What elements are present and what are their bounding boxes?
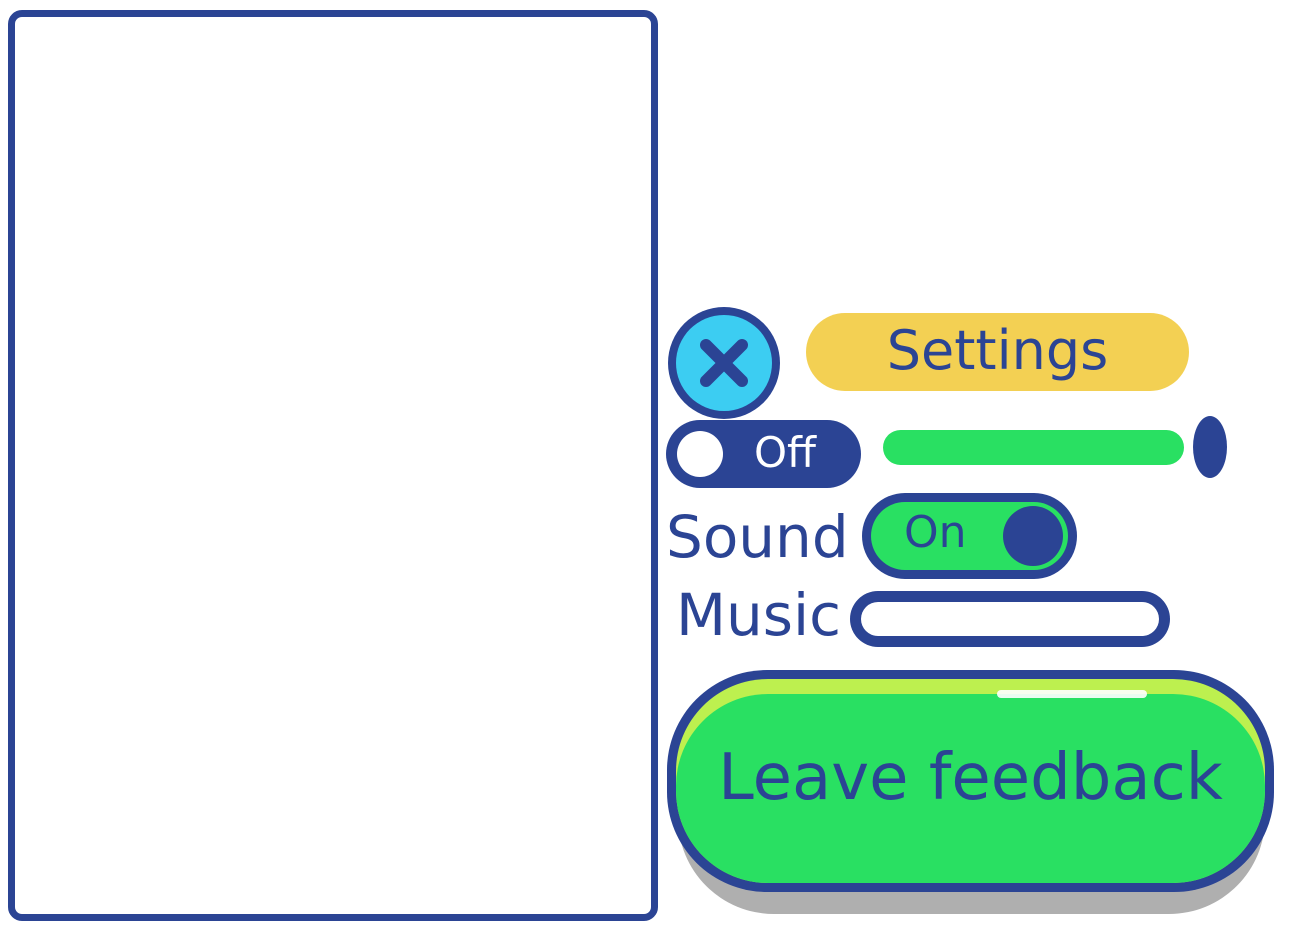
- sound-toggle[interactable]: On: [862, 493, 1077, 579]
- sound-toggle-track: On: [871, 502, 1068, 570]
- settings-title-banner: Settings: [806, 313, 1189, 391]
- sound-label: Sound: [666, 503, 849, 571]
- feedback-button-label: Leave feedback: [718, 741, 1223, 815]
- content-panel: [8, 10, 658, 921]
- sound-toggle-knob: [1003, 506, 1063, 566]
- volume-slider-handle[interactable]: [1193, 416, 1227, 478]
- off-toggle[interactable]: Off: [666, 420, 861, 488]
- page-title: Settings: [886, 319, 1109, 382]
- toggle-knob: [677, 431, 723, 477]
- close-icon: [700, 339, 748, 387]
- close-button-face: [676, 315, 772, 411]
- sound-toggle-state-label: On: [904, 507, 967, 558]
- music-slider-track: [861, 602, 1159, 636]
- music-label: Music: [676, 581, 842, 649]
- feedback-button-shine: [997, 690, 1147, 698]
- leave-feedback-button[interactable]: Leave feedback: [667, 670, 1274, 892]
- volume-slider-track[interactable]: [883, 430, 1184, 465]
- close-button[interactable]: [668, 307, 780, 419]
- toggle-state-label: Off: [754, 428, 816, 477]
- music-slider[interactable]: [850, 591, 1170, 647]
